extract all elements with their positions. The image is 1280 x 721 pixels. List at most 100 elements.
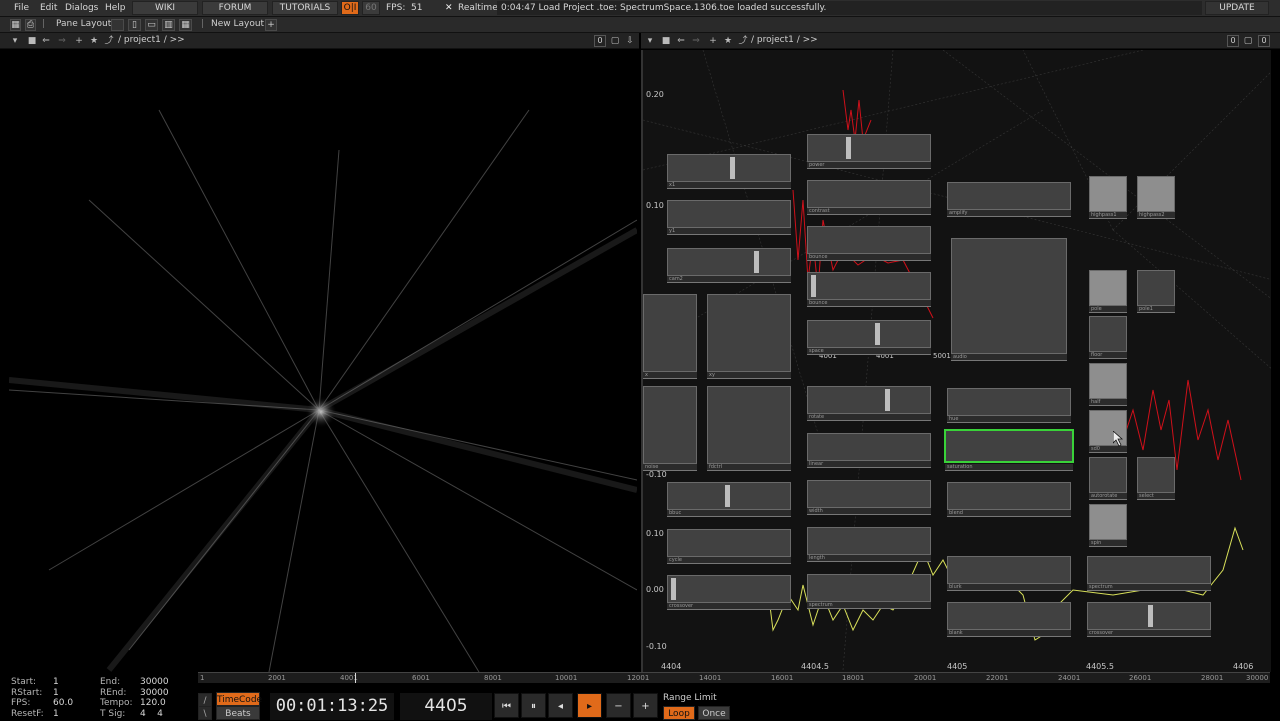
- operator-node[interactable]: contrast: [807, 180, 931, 217]
- operator-node[interactable]: audio: [951, 238, 1067, 362]
- operator-node-selected[interactable]: saturation: [945, 430, 1073, 473]
- operator-node[interactable]: rotate: [807, 386, 931, 423]
- operator-node[interactable]: x: [643, 294, 697, 380]
- operator-node[interactable]: blend: [947, 482, 1071, 519]
- maximize-icon[interactable]: ▢: [1243, 36, 1253, 46]
- fps-cap-button[interactable]: 60: [362, 1, 380, 15]
- loop-button[interactable]: Loop: [663, 706, 695, 720]
- operator-node[interactable]: width: [807, 480, 931, 517]
- realtime-label[interactable]: Realtime: [458, 3, 498, 13]
- timecode-display[interactable]: 00:01:13:25: [270, 693, 394, 720]
- operator-node[interactable]: space: [807, 320, 931, 357]
- operator-node[interactable]: bbuc: [667, 482, 791, 519]
- stop-icon[interactable]: ■: [27, 36, 37, 46]
- layout-single-icon[interactable]: [111, 19, 124, 31]
- tsig-value[interactable]: 4 4: [140, 709, 163, 719]
- operator-node[interactable]: bounce: [807, 272, 931, 309]
- operator-node[interactable]: highpass2: [1137, 176, 1175, 220]
- frame-display[interactable]: 4405: [400, 693, 492, 720]
- stop-icon[interactable]: ■: [661, 36, 671, 46]
- operator-node[interactable]: cam2: [667, 248, 791, 285]
- operator-node[interactable]: linear: [807, 433, 931, 470]
- rewind-icon[interactable]: ⏮: [494, 693, 519, 718]
- step-back-icon[interactable]: ◂: [548, 693, 573, 718]
- timeline-toggle-icon[interactable]: \: [198, 706, 212, 720]
- operator-node[interactable]: spectrum: [1087, 556, 1211, 593]
- tutorials-button[interactable]: TUTORIALS: [272, 1, 338, 15]
- network-editor[interactable]: 0.20 0.10 -0.10 0.10 0.00 -0.10 4404 440…: [641, 50, 1271, 672]
- operator-node[interactable]: crossover: [667, 575, 791, 612]
- operator-node[interactable]: highpass1: [1089, 176, 1127, 220]
- operator-node[interactable]: xy: [707, 294, 791, 380]
- timeline-toggle-icon[interactable]: /: [198, 693, 212, 707]
- operator-node[interactable]: blank: [947, 602, 1071, 639]
- pane-menu-icon[interactable]: ▾: [645, 36, 655, 46]
- tempo-value[interactable]: 120.0: [140, 698, 166, 708]
- layout-triple-icon[interactable]: ▥: [162, 19, 175, 31]
- new-layout-label[interactable]: New Layout: [211, 19, 264, 29]
- menu-file[interactable]: File: [14, 3, 29, 13]
- operator-node[interactable]: amplify: [947, 182, 1071, 219]
- operator-node[interactable]: autorotate: [1089, 457, 1127, 501]
- operator-node[interactable]: y1: [667, 200, 791, 237]
- layout-split-h-icon[interactable]: ▭: [145, 19, 158, 31]
- operator-node[interactable]: blurk: [947, 556, 1071, 593]
- operator-node[interactable]: hue: [947, 388, 1071, 425]
- operator-node[interactable]: fdctrl: [707, 386, 791, 472]
- operator-node[interactable]: spin: [1089, 504, 1127, 548]
- back-icon[interactable]: ⇐: [41, 36, 51, 46]
- path-icon[interactable]: ⤴: [738, 36, 748, 46]
- operator-node[interactable]: floor: [1089, 316, 1127, 360]
- forward-icon[interactable]: ⇒: [57, 36, 67, 46]
- beats-mode-button[interactable]: Beats: [216, 706, 260, 720]
- play-icon[interactable]: ▸: [577, 693, 602, 718]
- start-value[interactable]: 1: [53, 677, 59, 687]
- operator-node[interactable]: crossover: [1087, 602, 1211, 639]
- operator-node[interactable]: spectrum: [807, 574, 931, 611]
- operator-node[interactable]: half: [1089, 363, 1127, 407]
- home-icon[interactable]: +: [708, 36, 718, 46]
- resetf-value[interactable]: 1: [53, 709, 59, 719]
- menu-help[interactable]: Help: [105, 3, 126, 13]
- maximize-icon[interactable]: ▢: [610, 36, 620, 46]
- rend-value[interactable]: 30000: [140, 688, 169, 698]
- fps-value[interactable]: 60.0: [53, 698, 73, 708]
- operator-node[interactable]: length: [807, 527, 931, 564]
- update-button[interactable]: UPDATE: [1205, 1, 1269, 15]
- step-minus-icon[interactable]: −: [606, 693, 631, 718]
- realtime-close-icon[interactable]: ✕: [445, 3, 453, 13]
- operator-node[interactable]: cycle: [667, 529, 791, 566]
- breadcrumb[interactable]: / project1 / >>: [118, 35, 185, 45]
- forum-button[interactable]: FORUM: [202, 1, 268, 15]
- operator-node[interactable]: x1: [667, 154, 791, 191]
- render-viewer[interactable]: [9, 50, 637, 672]
- menu-dialogs[interactable]: Dialogs: [65, 3, 98, 13]
- operator-node[interactable]: bounce: [807, 226, 931, 263]
- breadcrumb[interactable]: / project1 / >>: [751, 35, 818, 45]
- layout-save-icon[interactable]: ⎙: [25, 19, 36, 31]
- once-button[interactable]: Once: [698, 706, 730, 720]
- bookmark-star-icon[interactable]: ★: [723, 36, 733, 46]
- back-icon[interactable]: ⇐: [676, 36, 686, 46]
- step-plus-icon[interactable]: +: [633, 693, 658, 718]
- rstart-value[interactable]: 1: [53, 688, 59, 698]
- end-value[interactable]: 30000: [140, 677, 169, 687]
- forward-icon[interactable]: ⇒: [691, 36, 701, 46]
- operator-node[interactable]: pole1: [1137, 270, 1175, 314]
- operator-node[interactable]: select: [1137, 457, 1175, 501]
- home-icon[interactable]: +: [74, 36, 84, 46]
- operator-node[interactable]: pole: [1089, 270, 1127, 314]
- wiki-button[interactable]: WIKI: [132, 1, 198, 15]
- timecode-mode-button[interactable]: TimeCode: [216, 692, 262, 706]
- pane-menu-icon[interactable]: ▾: [10, 36, 20, 46]
- pause-icon[interactable]: ⏸: [521, 693, 546, 718]
- perform-mode-button[interactable]: O|I: [341, 1, 359, 15]
- path-icon[interactable]: ⤴: [104, 36, 114, 46]
- bookmark-star-icon[interactable]: ★: [89, 36, 99, 46]
- pin-icon[interactable]: ⇩: [625, 36, 635, 46]
- operator-node[interactable]: power: [807, 134, 931, 171]
- menu-edit[interactable]: Edit: [40, 3, 57, 13]
- layout-quad-icon[interactable]: ▦: [179, 19, 192, 31]
- layout-split-v-icon[interactable]: ▯: [128, 19, 141, 31]
- add-layout-button[interactable]: +: [265, 19, 277, 31]
